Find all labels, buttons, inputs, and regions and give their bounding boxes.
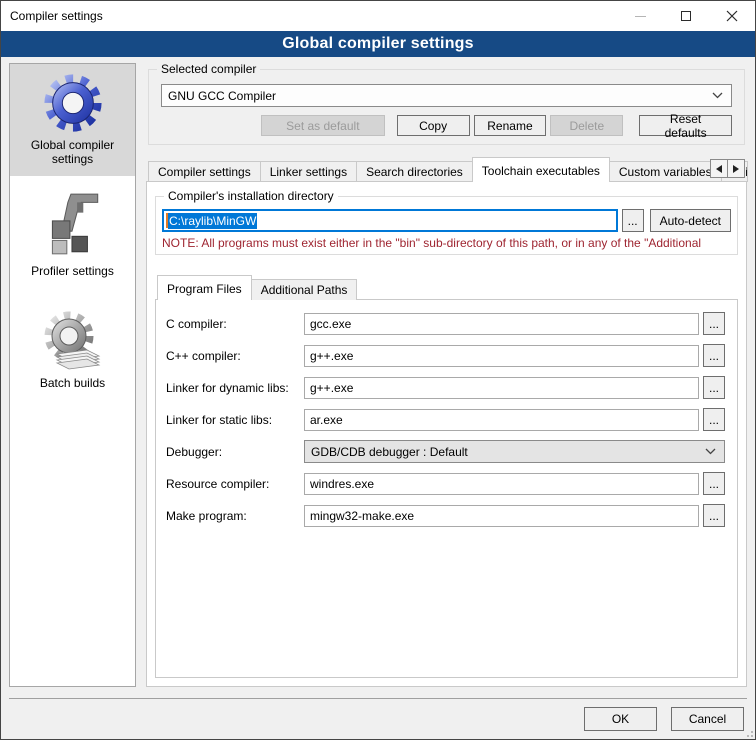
tab-search-directories[interactable]: Search directories — [356, 161, 473, 182]
cpp-compiler-browse-button[interactable]: ... — [703, 344, 725, 367]
installation-directory-input[interactable]: C:\raylib\MinGW — [162, 209, 618, 232]
blue-gear-icon — [42, 72, 104, 134]
linker-static-label: Linker for static libs: — [166, 413, 304, 427]
tab-custom-variables[interactable]: Custom variables — [609, 161, 722, 182]
sidebar-item-batch-builds[interactable]: Batch builds — [10, 288, 135, 400]
c-compiler-browse-button[interactable]: ... — [703, 312, 725, 335]
field-row-linker-dynamic: Linker for dynamic libs: ... — [166, 376, 725, 399]
c-compiler-label: C compiler: — [166, 317, 304, 331]
cancel-button[interactable]: Cancel — [671, 707, 744, 731]
compiler-settings-dialog: Compiler settings Global compiler settin… — [0, 0, 756, 740]
field-row-linker-static: Linker for static libs: ... — [166, 408, 725, 431]
toolchain-executables-page: Compiler's installation directory C:\ray… — [146, 181, 747, 687]
auto-detect-button[interactable]: Auto-detect — [650, 209, 731, 232]
toolchain-subtabs: Program Files Additional Paths — [155, 275, 738, 300]
c-compiler-input[interactable] — [304, 313, 699, 335]
linker-static-input[interactable] — [304, 409, 699, 431]
ok-button[interactable]: OK — [584, 707, 657, 731]
sidebar-item-label: Global compiler settings — [12, 138, 133, 166]
compiler-select-value: GNU GCC Compiler — [168, 89, 706, 103]
sidebar-item-global-compiler-settings[interactable]: Global compiler settings — [10, 64, 135, 176]
make-program-input[interactable] — [304, 505, 699, 527]
dialog-body: Global compiler settings Profiler settin… — [1, 57, 755, 698]
linker-dynamic-input[interactable] — [304, 377, 699, 399]
title-bar: Compiler settings — [1, 1, 755, 31]
compiler-select[interactable]: GNU GCC Compiler — [161, 84, 732, 107]
subtab-program-files[interactable]: Program Files — [157, 275, 252, 300]
make-program-label: Make program: — [166, 509, 304, 523]
subtab-additional-paths[interactable]: Additional Paths — [251, 279, 358, 300]
set-as-default-button[interactable]: Set as default — [261, 115, 385, 136]
installation-note: NOTE: All programs must exist either in … — [162, 236, 731, 250]
delete-button[interactable]: Delete — [550, 115, 623, 136]
field-row-resource-compiler: Resource compiler: ... — [166, 472, 725, 495]
resource-compiler-label: Resource compiler: — [166, 477, 304, 491]
debugger-select[interactable]: GDB/CDB debugger : Default — [304, 440, 725, 463]
chevron-down-icon — [705, 448, 716, 455]
rename-button[interactable]: Rename — [474, 115, 547, 136]
maximize-icon — [681, 11, 691, 21]
debugger-select-value: GDB/CDB debugger : Default — [311, 445, 699, 459]
installation-directory-group: Compiler's installation directory C:\ray… — [155, 196, 738, 255]
sidebar-item-label: Batch builds — [40, 376, 105, 390]
resource-compiler-input[interactable] — [304, 473, 699, 495]
minimize-icon — [635, 16, 646, 17]
resize-grip[interactable] — [743, 727, 753, 737]
field-row-make-program: Make program: ... — [166, 504, 725, 527]
make-program-browse-button[interactable]: ... — [703, 504, 725, 527]
installation-directory-legend: Compiler's installation directory — [164, 189, 338, 203]
dialog-footer: OK Cancel — [1, 698, 755, 739]
arrow-right-icon — [733, 165, 739, 173]
cpp-compiler-label: C++ compiler: — [166, 349, 304, 363]
reset-defaults-button[interactable]: Reset defaults — [639, 115, 732, 136]
copy-button[interactable]: Copy — [397, 115, 470, 136]
sidebar-item-label: Profiler settings — [31, 264, 114, 278]
installation-directory-value: C:\raylib\MinGW — [168, 213, 257, 229]
resource-compiler-browse-button[interactable]: ... — [703, 472, 725, 495]
minimize-button[interactable] — [617, 1, 663, 31]
settings-category-list: Global compiler settings Profiler settin… — [9, 63, 136, 687]
window-title: Compiler settings — [1, 9, 103, 23]
field-row-debugger: Debugger: GDB/CDB debugger : Default — [166, 440, 725, 463]
selected-compiler-legend: Selected compiler — [157, 62, 260, 76]
main-panel: Selected compiler GNU GCC Compiler Set a… — [146, 63, 747, 687]
footer-separator — [9, 698, 747, 699]
linker-static-browse-button[interactable]: ... — [703, 408, 725, 431]
field-row-c-compiler: C compiler: ... — [166, 312, 725, 335]
chevron-down-icon — [712, 92, 723, 99]
profiler-caliper-icon — [40, 190, 106, 260]
linker-dynamic-browse-button[interactable]: ... — [703, 376, 725, 399]
browse-directory-button[interactable]: ... — [622, 209, 644, 232]
maximize-button[interactable] — [663, 1, 709, 31]
linker-dynamic-label: Linker for dynamic libs: — [166, 381, 304, 395]
tab-compiler-settings[interactable]: Compiler settings — [148, 161, 261, 182]
arrow-left-icon — [716, 165, 722, 173]
close-icon — [726, 10, 738, 22]
compiler-tabs: Compiler settings Linker settings Search… — [146, 157, 747, 182]
batch-builds-gear-icon — [41, 310, 105, 372]
tab-scroll-left-button[interactable] — [710, 159, 728, 178]
tab-toolchain-executables[interactable]: Toolchain executables — [472, 157, 610, 182]
page-title: Global compiler settings — [1, 31, 755, 57]
program-files-page: C compiler: ... C++ compiler: ... Linker… — [155, 299, 738, 678]
debugger-label: Debugger: — [166, 445, 304, 459]
close-button[interactable] — [709, 1, 755, 31]
selected-compiler-group: Selected compiler GNU GCC Compiler Set a… — [148, 69, 745, 145]
tab-scroll-right-button[interactable] — [727, 159, 745, 178]
sidebar-item-profiler-settings[interactable]: Profiler settings — [10, 176, 135, 288]
cpp-compiler-input[interactable] — [304, 345, 699, 367]
field-row-cpp-compiler: C++ compiler: ... — [166, 344, 725, 367]
tab-linker-settings[interactable]: Linker settings — [260, 161, 357, 182]
